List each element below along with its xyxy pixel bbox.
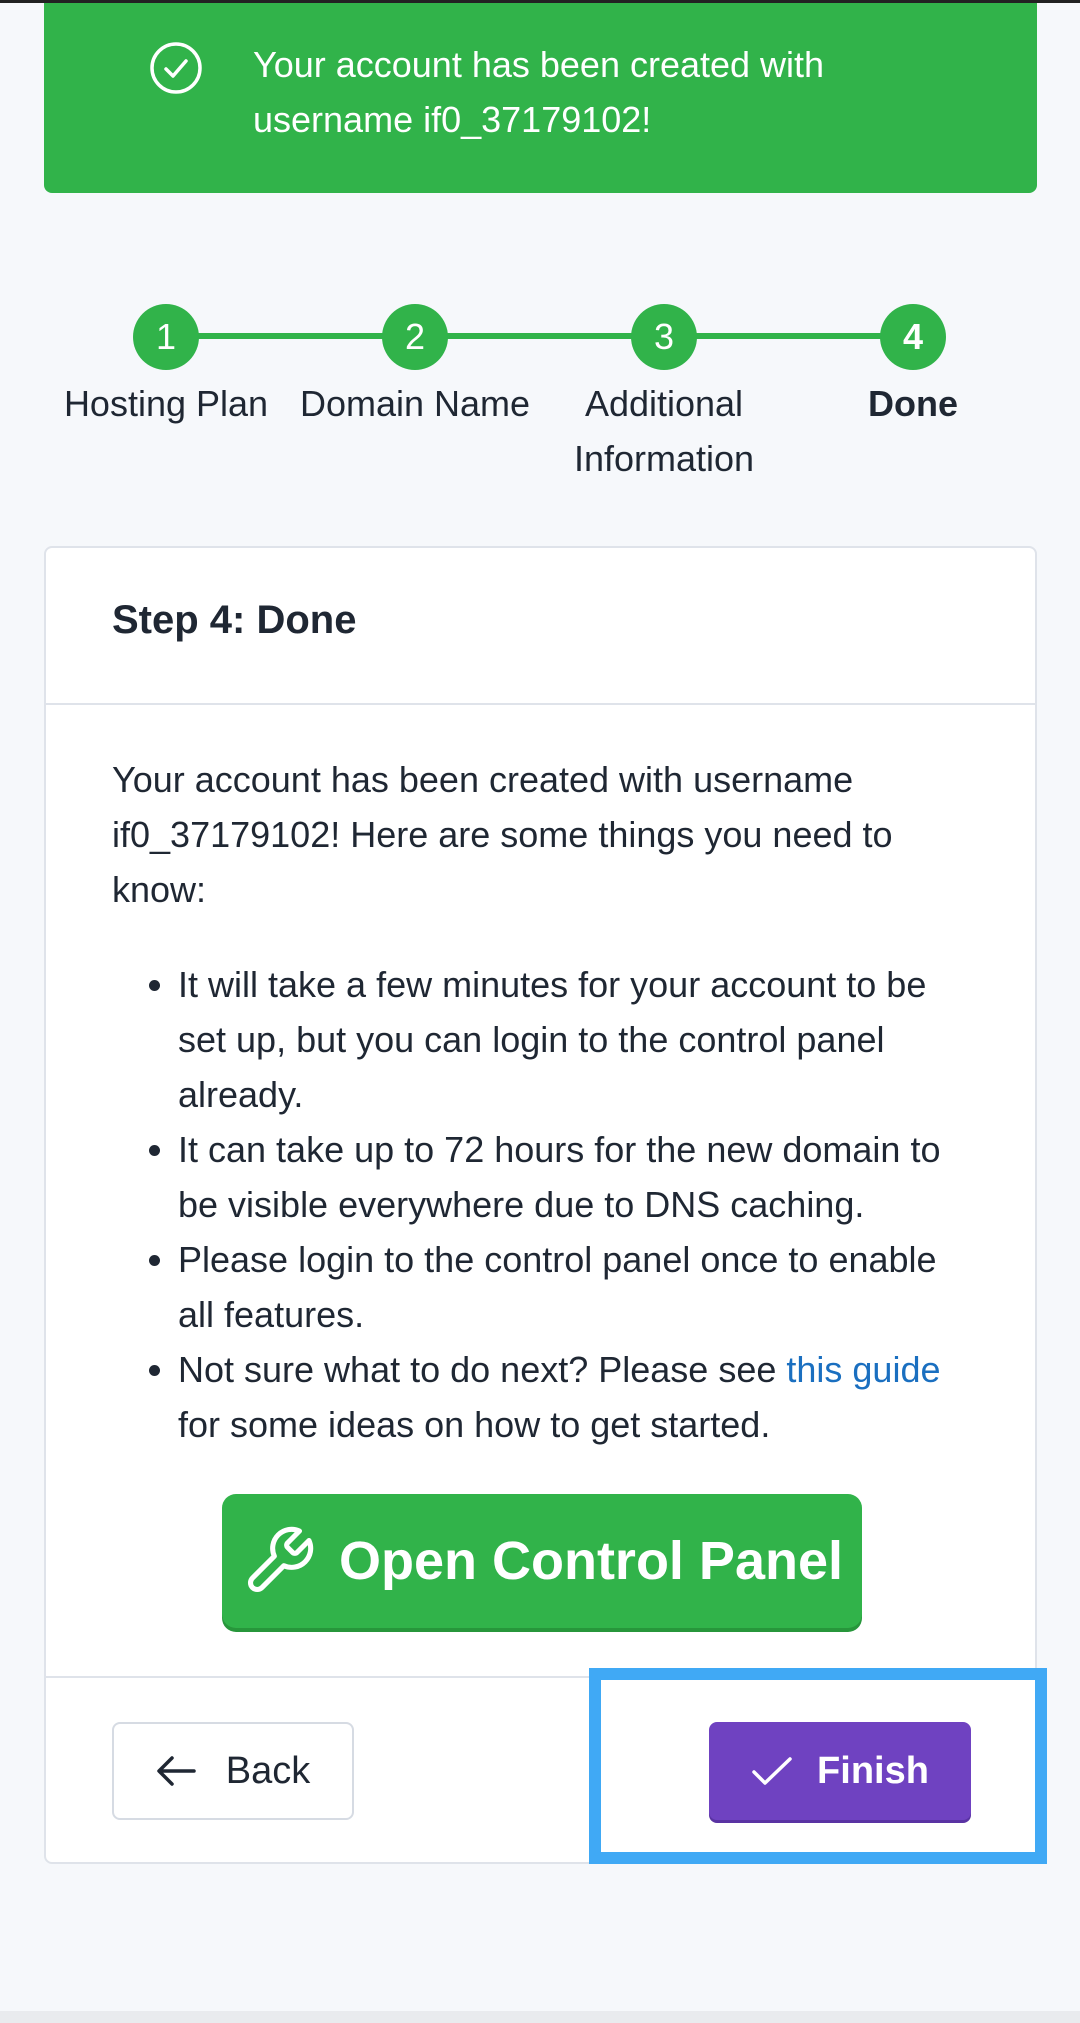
step-label: Additional Information [573,383,755,479]
list-item-text: for some ideas on how to get started. [178,1404,771,1445]
step-hosting-plan: 1 Hosting Plan [41,300,291,431]
check-circle-icon [150,42,202,94]
list-item: Please login to the control panel once t… [178,1232,969,1342]
card-footer: Back Finish [46,1676,1035,1866]
check-icon [752,1757,792,1785]
step-additional-information: 3 Additional Information [549,300,779,486]
card-header: Step 4: Done [46,548,1035,705]
progress-stepper: 1 Hosting Plan 2 Domain Name 3 Additiona… [0,300,1080,480]
step-domain-name: 2 Domain Name [290,300,540,431]
intro-text: Your account has been created with usern… [112,759,893,910]
step-label: Done [868,383,958,424]
bottom-bar [0,2011,1080,2023]
step-number: 3 [631,304,697,370]
finish-button[interactable]: Finish [709,1722,971,1820]
open-control-panel-label: Open Control Panel [338,1531,844,1591]
guide-link[interactable]: this guide [786,1349,940,1390]
step-number: 2 [382,304,448,370]
card-title: Step 4: Done [112,598,357,642]
step-label: Domain Name [299,383,531,424]
card-body: Your account has been created with usern… [46,705,1035,1452]
back-button[interactable]: Back [112,1722,354,1820]
done-card: Step 4: Done Your account has been creat… [44,546,1037,1864]
list-item: It will take a few minutes for your acco… [178,957,969,1122]
step-label: Hosting Plan [63,383,269,424]
list-item-text: Not sure what to do next? Please see [178,1349,787,1390]
info-list: It will take a few minutes for your acco… [112,957,969,1452]
success-alert: Your account has been created with usern… [44,3,1037,193]
step-done: 4 Done [788,300,1038,431]
list-item: Not sure what to do next? Please see thi… [178,1342,969,1452]
step-number: 1 [133,304,199,370]
finish-label: Finish [817,1749,929,1792]
list-item: It can take up to 72 hours for the new d… [178,1122,969,1232]
back-label: Back [225,1749,311,1792]
wrench-icon [248,1526,314,1592]
open-control-panel-button[interactable]: Open Control Panel [222,1494,862,1628]
arrow-left-icon [157,1756,196,1786]
step-number: 4 [880,304,946,370]
alert-message: Your account has been created with usern… [253,44,825,140]
